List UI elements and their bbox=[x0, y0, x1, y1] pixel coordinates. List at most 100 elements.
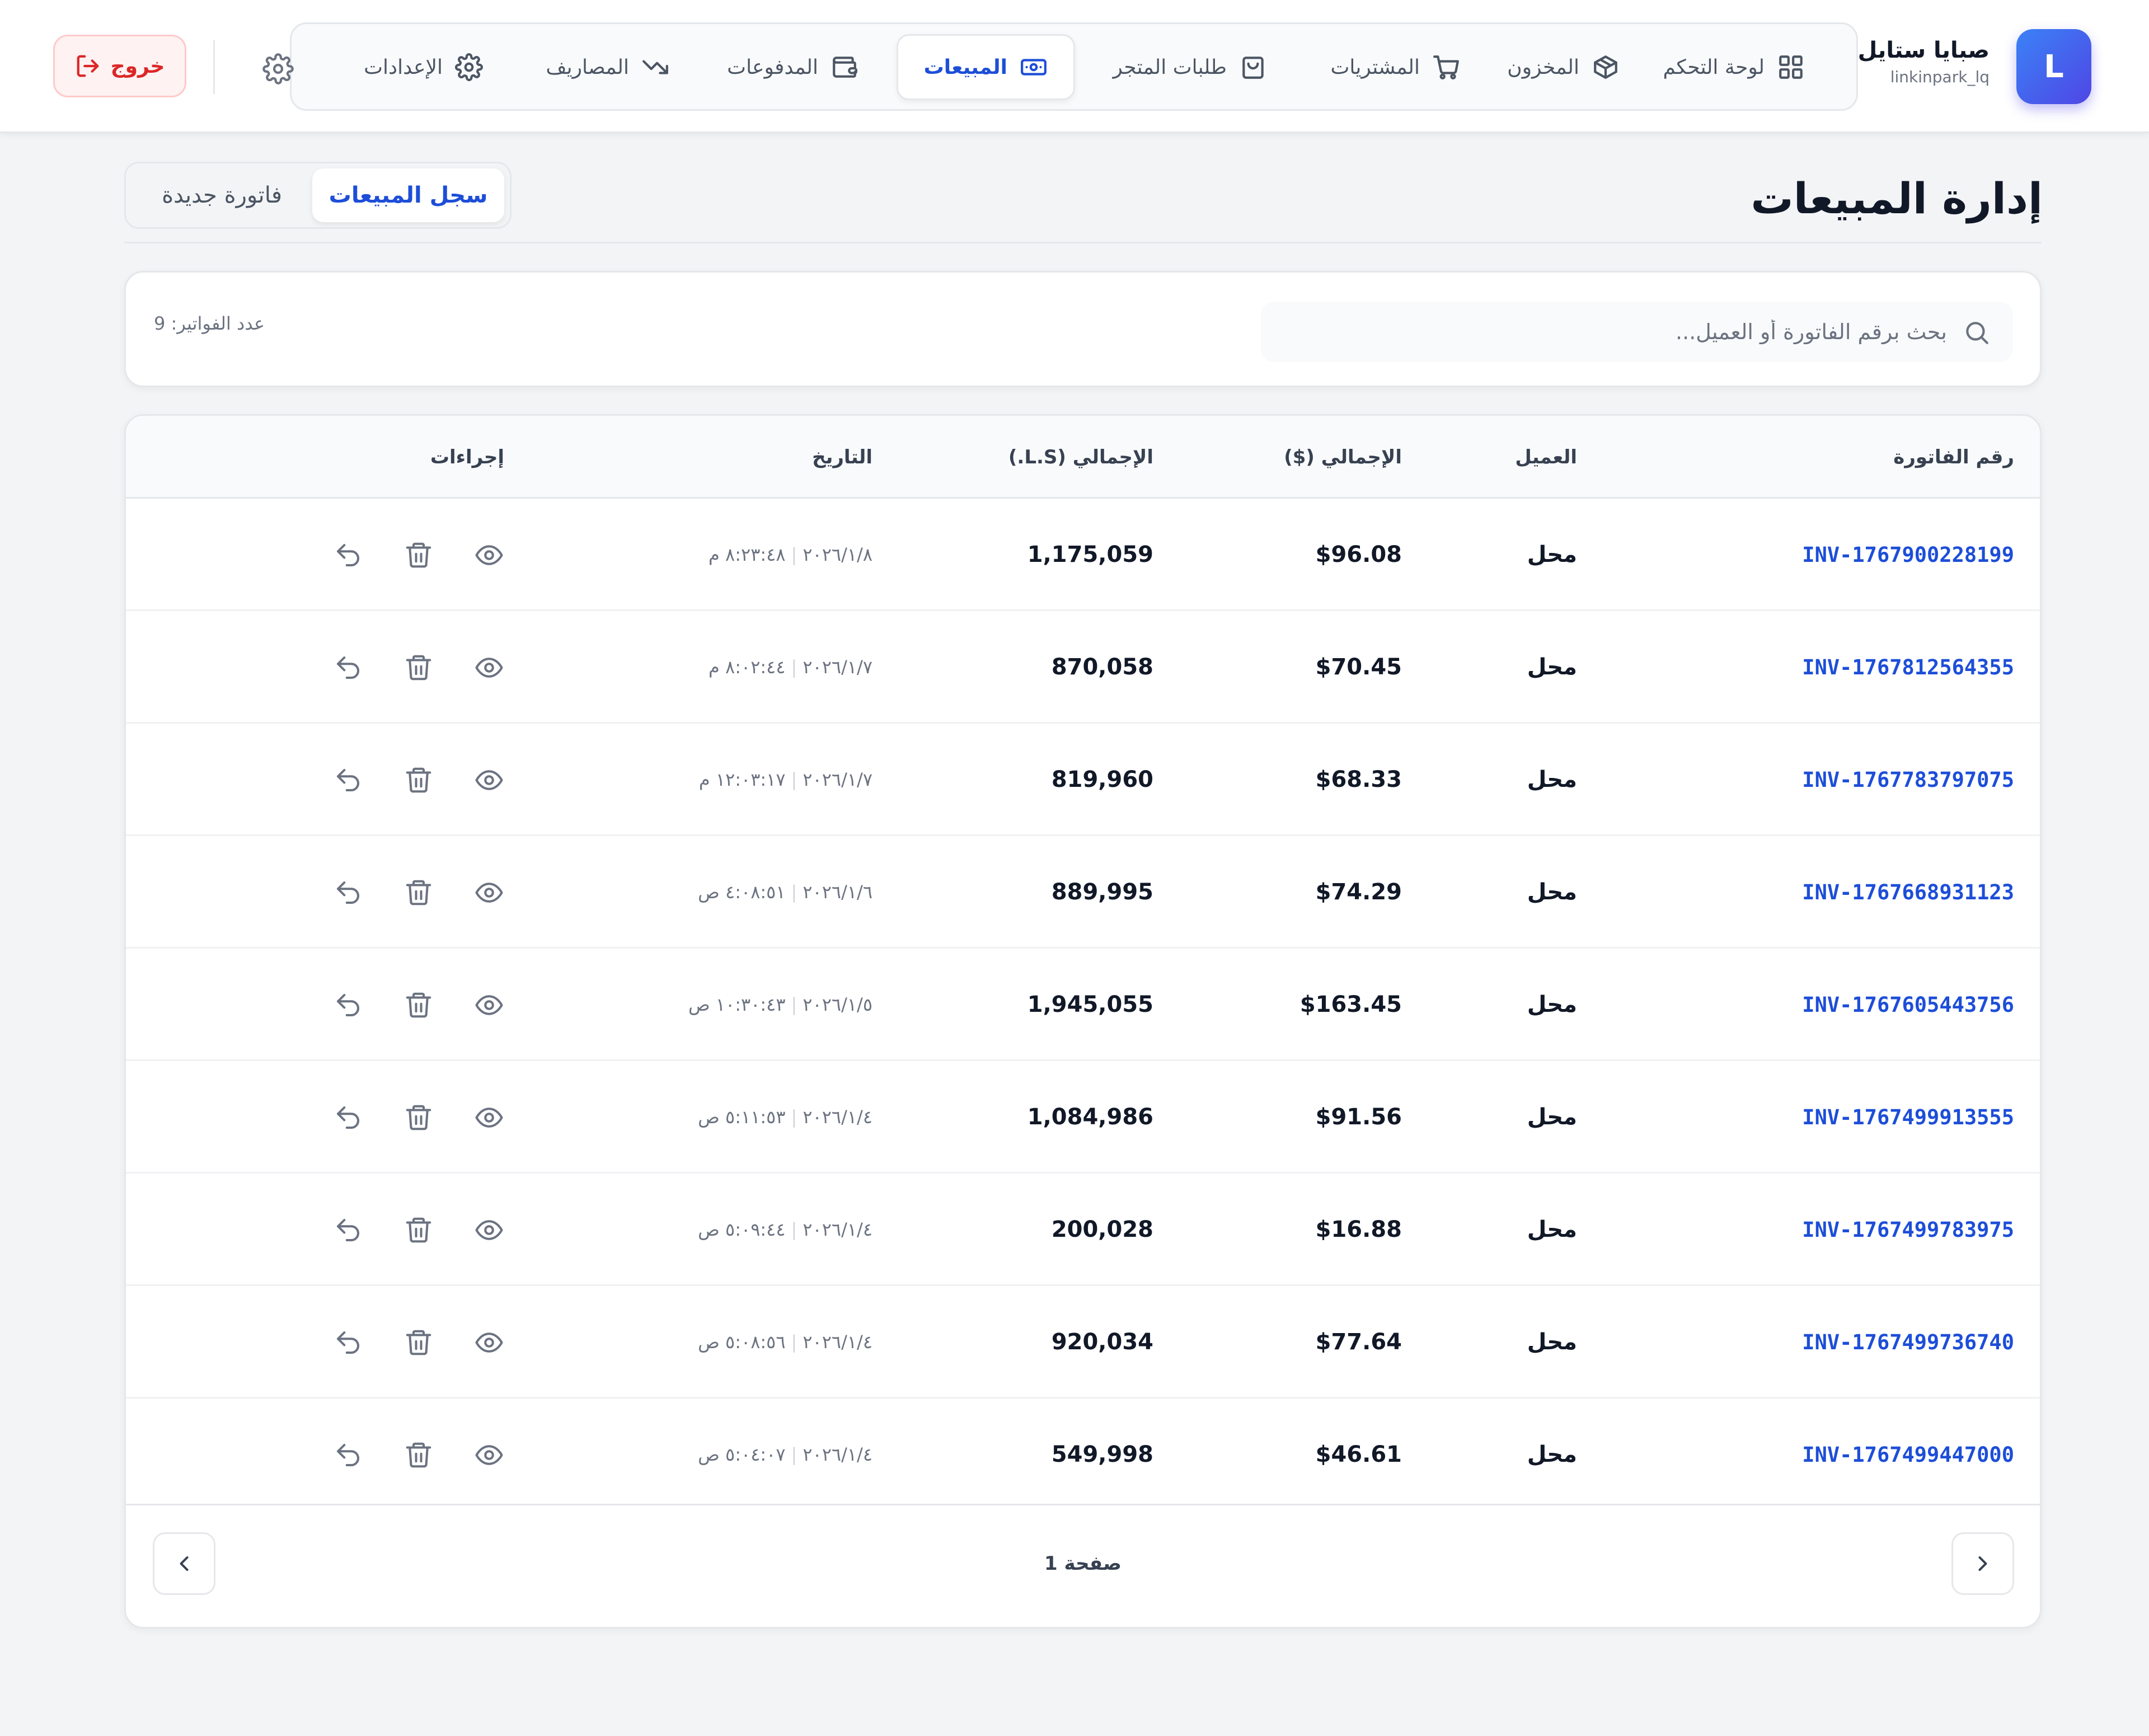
invoice-number-link[interactable]: INV-1767668931123 bbox=[1802, 836, 2014, 949]
tab-sales-log[interactable]: سجل المبيعات bbox=[312, 168, 504, 222]
trash-icon bbox=[406, 767, 431, 792]
total-ls-cell: 1,084,986 bbox=[1027, 1104, 1153, 1130]
delete-button[interactable] bbox=[403, 989, 434, 1021]
date-separator: | bbox=[791, 1219, 797, 1240]
nav-item-purchases[interactable]: المشتريات bbox=[1305, 34, 1486, 100]
invoice-number-link[interactable]: INV-1767783797075 bbox=[1802, 724, 2014, 836]
total-ls-cell: 200,028 bbox=[1051, 1217, 1153, 1242]
search-icon bbox=[1963, 318, 1991, 346]
logout-button[interactable]: خروج bbox=[53, 35, 186, 97]
total-usd-cell: $70.45 bbox=[1315, 654, 1402, 680]
eye-icon bbox=[475, 1332, 503, 1353]
nav-item-payments[interactable]: المدفوعات bbox=[701, 34, 884, 100]
time-value: ١٢:٠٣:١٧ م bbox=[698, 769, 786, 790]
return-button[interactable] bbox=[332, 764, 364, 796]
next-page-button[interactable] bbox=[153, 1532, 215, 1595]
eye-icon bbox=[475, 657, 503, 678]
header-settings-button[interactable] bbox=[259, 49, 298, 88]
undo-icon bbox=[336, 1331, 360, 1354]
time-value: ٨:٠٢:٤٤ م bbox=[708, 656, 786, 678]
search-input[interactable] bbox=[1287, 302, 1947, 362]
date-value: ٢٠٢٦/١/٥ bbox=[803, 994, 872, 1015]
invoice-number-link[interactable]: INV-1767499736740 bbox=[1802, 1286, 2014, 1399]
view-button[interactable] bbox=[473, 989, 505, 1021]
search-card: عدد الفواتير: 9 bbox=[124, 271, 2042, 387]
brand-name: صبايا ستايل bbox=[1857, 37, 1990, 63]
customer-cell: محل bbox=[1527, 1329, 1577, 1355]
return-button[interactable] bbox=[332, 1102, 364, 1133]
delete-button[interactable] bbox=[403, 877, 434, 908]
return-button[interactable] bbox=[332, 652, 364, 683]
sales-table: رقم الفاتورة العميل الإجمالي ($) الإجمال… bbox=[124, 414, 2042, 1629]
return-button[interactable] bbox=[332, 877, 364, 908]
invoice-number-link[interactable]: INV-1767499913555 bbox=[1802, 1061, 2014, 1174]
invoice-number-link[interactable]: INV-1767812564355 bbox=[1802, 611, 2014, 724]
invoice-number-link[interactable]: INV-1767900228199 bbox=[1802, 499, 2014, 611]
time-value: ٥:٠٩:٤٤ ص bbox=[698, 1219, 786, 1240]
date-separator: | bbox=[791, 769, 797, 790]
return-button[interactable] bbox=[332, 1214, 364, 1246]
date-separator: | bbox=[791, 544, 797, 565]
row-actions bbox=[332, 499, 505, 611]
delete-button[interactable] bbox=[403, 539, 434, 571]
date-separator: | bbox=[791, 994, 797, 1015]
row-actions bbox=[332, 1174, 505, 1286]
view-button[interactable] bbox=[473, 539, 505, 571]
brand-block: صبايا ستايل linkinpark_lq bbox=[1858, 35, 1990, 88]
return-button[interactable] bbox=[332, 1327, 364, 1358]
header-divider bbox=[213, 40, 215, 94]
return-button[interactable] bbox=[332, 1439, 364, 1471]
row-actions bbox=[332, 1061, 505, 1174]
date-value: ٢٠٢٦/١/٧ bbox=[803, 769, 872, 790]
title-divider bbox=[124, 242, 2042, 243]
tab-new-invoice[interactable]: فاتورة جديدة bbox=[132, 168, 312, 222]
nav-item-sales[interactable]: المبيعات bbox=[896, 34, 1075, 100]
nav-item-expenses[interactable]: المصاريف bbox=[520, 34, 695, 100]
view-button[interactable] bbox=[473, 1439, 505, 1471]
view-button[interactable] bbox=[473, 764, 505, 796]
delete-button[interactable] bbox=[403, 1327, 434, 1358]
eye-icon bbox=[475, 545, 503, 565]
view-button[interactable] bbox=[473, 1214, 505, 1246]
view-button[interactable] bbox=[473, 1327, 505, 1358]
total-usd-cell: $16.88 bbox=[1315, 1217, 1402, 1242]
nav-label: طلبات المتجر bbox=[1113, 55, 1227, 79]
date-cell: ٢٠٢٦/١/٤ |٥:١١:٥٣ ص bbox=[698, 1061, 872, 1174]
delete-button[interactable] bbox=[403, 1214, 434, 1246]
row-actions bbox=[332, 949, 505, 1061]
shopping-bag-icon bbox=[1239, 53, 1267, 81]
nav-item-dashboard[interactable]: لوحة التحكم bbox=[1637, 34, 1831, 100]
invoice-number-link[interactable]: INV-1767499783975 bbox=[1802, 1174, 2014, 1286]
view-button[interactable] bbox=[473, 652, 505, 683]
main-nav: لوحة التحكم المخزون المشتريات طلبات المت… bbox=[290, 22, 1858, 111]
customer-cell: محل bbox=[1527, 767, 1577, 792]
invoice-number-link[interactable]: INV-1767605443756 bbox=[1802, 949, 2014, 1061]
view-button[interactable] bbox=[473, 1102, 505, 1133]
row-actions bbox=[332, 724, 505, 836]
delete-button[interactable] bbox=[403, 1439, 434, 1471]
date-separator: | bbox=[791, 881, 797, 903]
customer-cell: محل bbox=[1527, 879, 1577, 905]
nav-item-store-orders[interactable]: طلبات المتجر bbox=[1087, 34, 1293, 100]
row-actions bbox=[332, 611, 505, 724]
top-header: L صبايا ستايل linkinpark_lq لوحة التحكم … bbox=[0, 0, 2149, 133]
return-button[interactable] bbox=[332, 989, 364, 1021]
total-ls-cell: 889,995 bbox=[1051, 879, 1153, 905]
table-row: INV-1767605443756 محل $163.45 1,945,055 … bbox=[126, 949, 2040, 1061]
gear-icon bbox=[262, 53, 294, 85]
brand-username: linkinpark_lq bbox=[1890, 68, 1990, 86]
return-button[interactable] bbox=[332, 539, 364, 571]
delete-button[interactable] bbox=[403, 1102, 434, 1133]
eye-icon bbox=[475, 1219, 503, 1240]
delete-button[interactable] bbox=[403, 764, 434, 796]
date-cell: ٢٠٢٦/١/٨ |٨:٢٣:٤٨ م bbox=[708, 499, 872, 611]
customer-cell: محل bbox=[1527, 992, 1577, 1017]
nav-item-settings[interactable]: الإعدادات bbox=[338, 34, 509, 100]
brand-avatar[interactable]: L bbox=[2016, 29, 2091, 104]
invoice-number-link[interactable]: INV-1767499447000 bbox=[1802, 1399, 2014, 1511]
previous-page-button[interactable] bbox=[1951, 1532, 2014, 1595]
table-row: INV-1767499736740 محل $77.64 920,034 ٢٠٢… bbox=[126, 1286, 2040, 1399]
delete-button[interactable] bbox=[403, 652, 434, 683]
view-button[interactable] bbox=[473, 877, 505, 908]
nav-item-inventory[interactable]: المخزون bbox=[1481, 34, 1645, 100]
